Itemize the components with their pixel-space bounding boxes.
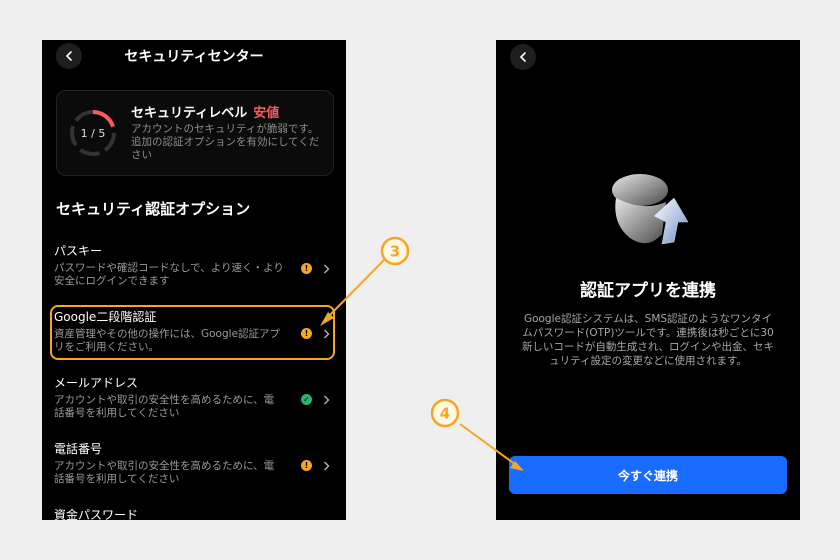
chevron-right-icon bbox=[324, 264, 330, 274]
section-title: セキュリティ認証オプション bbox=[56, 200, 251, 218]
connect-description: Google認証システムは、SMS認証のようなワンタイムパスワード(OTP)ツー… bbox=[521, 313, 775, 367]
chevron-right-icon bbox=[324, 461, 330, 471]
back-button[interactable] bbox=[510, 44, 536, 70]
option-description: アカウントや取引の安全性を高めるために、電話番号を利用してください bbox=[54, 460, 275, 485]
page-title: セキュリティセンター bbox=[124, 49, 264, 65]
option-name: 電話番号 bbox=[54, 442, 103, 456]
security-level-description: アカウントのセキュリティが脆弱です。追加の認証オプションを有効にしてください bbox=[131, 123, 320, 161]
svg-text:3: 3 bbox=[390, 243, 400, 261]
security-center-screen: セキュリティセンター 1 / 5 セキュリティレベル 安値 アカウントのセキュリテ… bbox=[42, 40, 346, 520]
step-4-circle-icon: 4 bbox=[430, 398, 460, 428]
option-description: アカウントや取引の安全性を高めるために、電話番号を利用してください bbox=[54, 394, 275, 419]
connect-now-button[interactable]: 今すぐ連携 bbox=[509, 456, 787, 494]
authenticator-link-screen: 認証アプリを連携 Google認証システムは、SMS認証のようなワンタイムパスワ… bbox=[496, 40, 800, 520]
option-name: パスキー bbox=[54, 244, 103, 258]
highlight-box bbox=[50, 305, 335, 360]
connect-title: 認証アプリを連携 bbox=[580, 281, 716, 301]
svg-text:4: 4 bbox=[440, 405, 450, 423]
security-level-title: セキュリティレベル 安値 bbox=[131, 102, 279, 121]
security-level-score: 1 / 5 bbox=[80, 126, 106, 140]
chevron-right-icon bbox=[324, 395, 330, 405]
warning-icon: ! bbox=[301, 460, 312, 471]
option-name: メールアドレス bbox=[54, 376, 139, 390]
warning-icon: ! bbox=[301, 263, 312, 274]
option-name: 資金パスワード bbox=[54, 508, 139, 520]
chevron-left-icon bbox=[519, 52, 526, 62]
authenticator-app-icon bbox=[612, 174, 689, 245]
security-level-state: 安値 bbox=[253, 106, 280, 121]
option-description: パスワードや確認コードなしで、より速く・より安全にログインできます bbox=[54, 262, 284, 287]
check-icon: ✓ bbox=[301, 394, 312, 405]
step-3-badge: 3 bbox=[380, 236, 410, 266]
security-level-card: 1 / 5 セキュリティレベル 安値 アカウントのセキュリティが脆弱です。追加の認… bbox=[56, 90, 334, 176]
step-3-circle-icon: 3 bbox=[380, 236, 410, 266]
step-4-badge: 4 bbox=[430, 398, 460, 428]
security-level-label: セキュリティレベル bbox=[131, 106, 248, 121]
